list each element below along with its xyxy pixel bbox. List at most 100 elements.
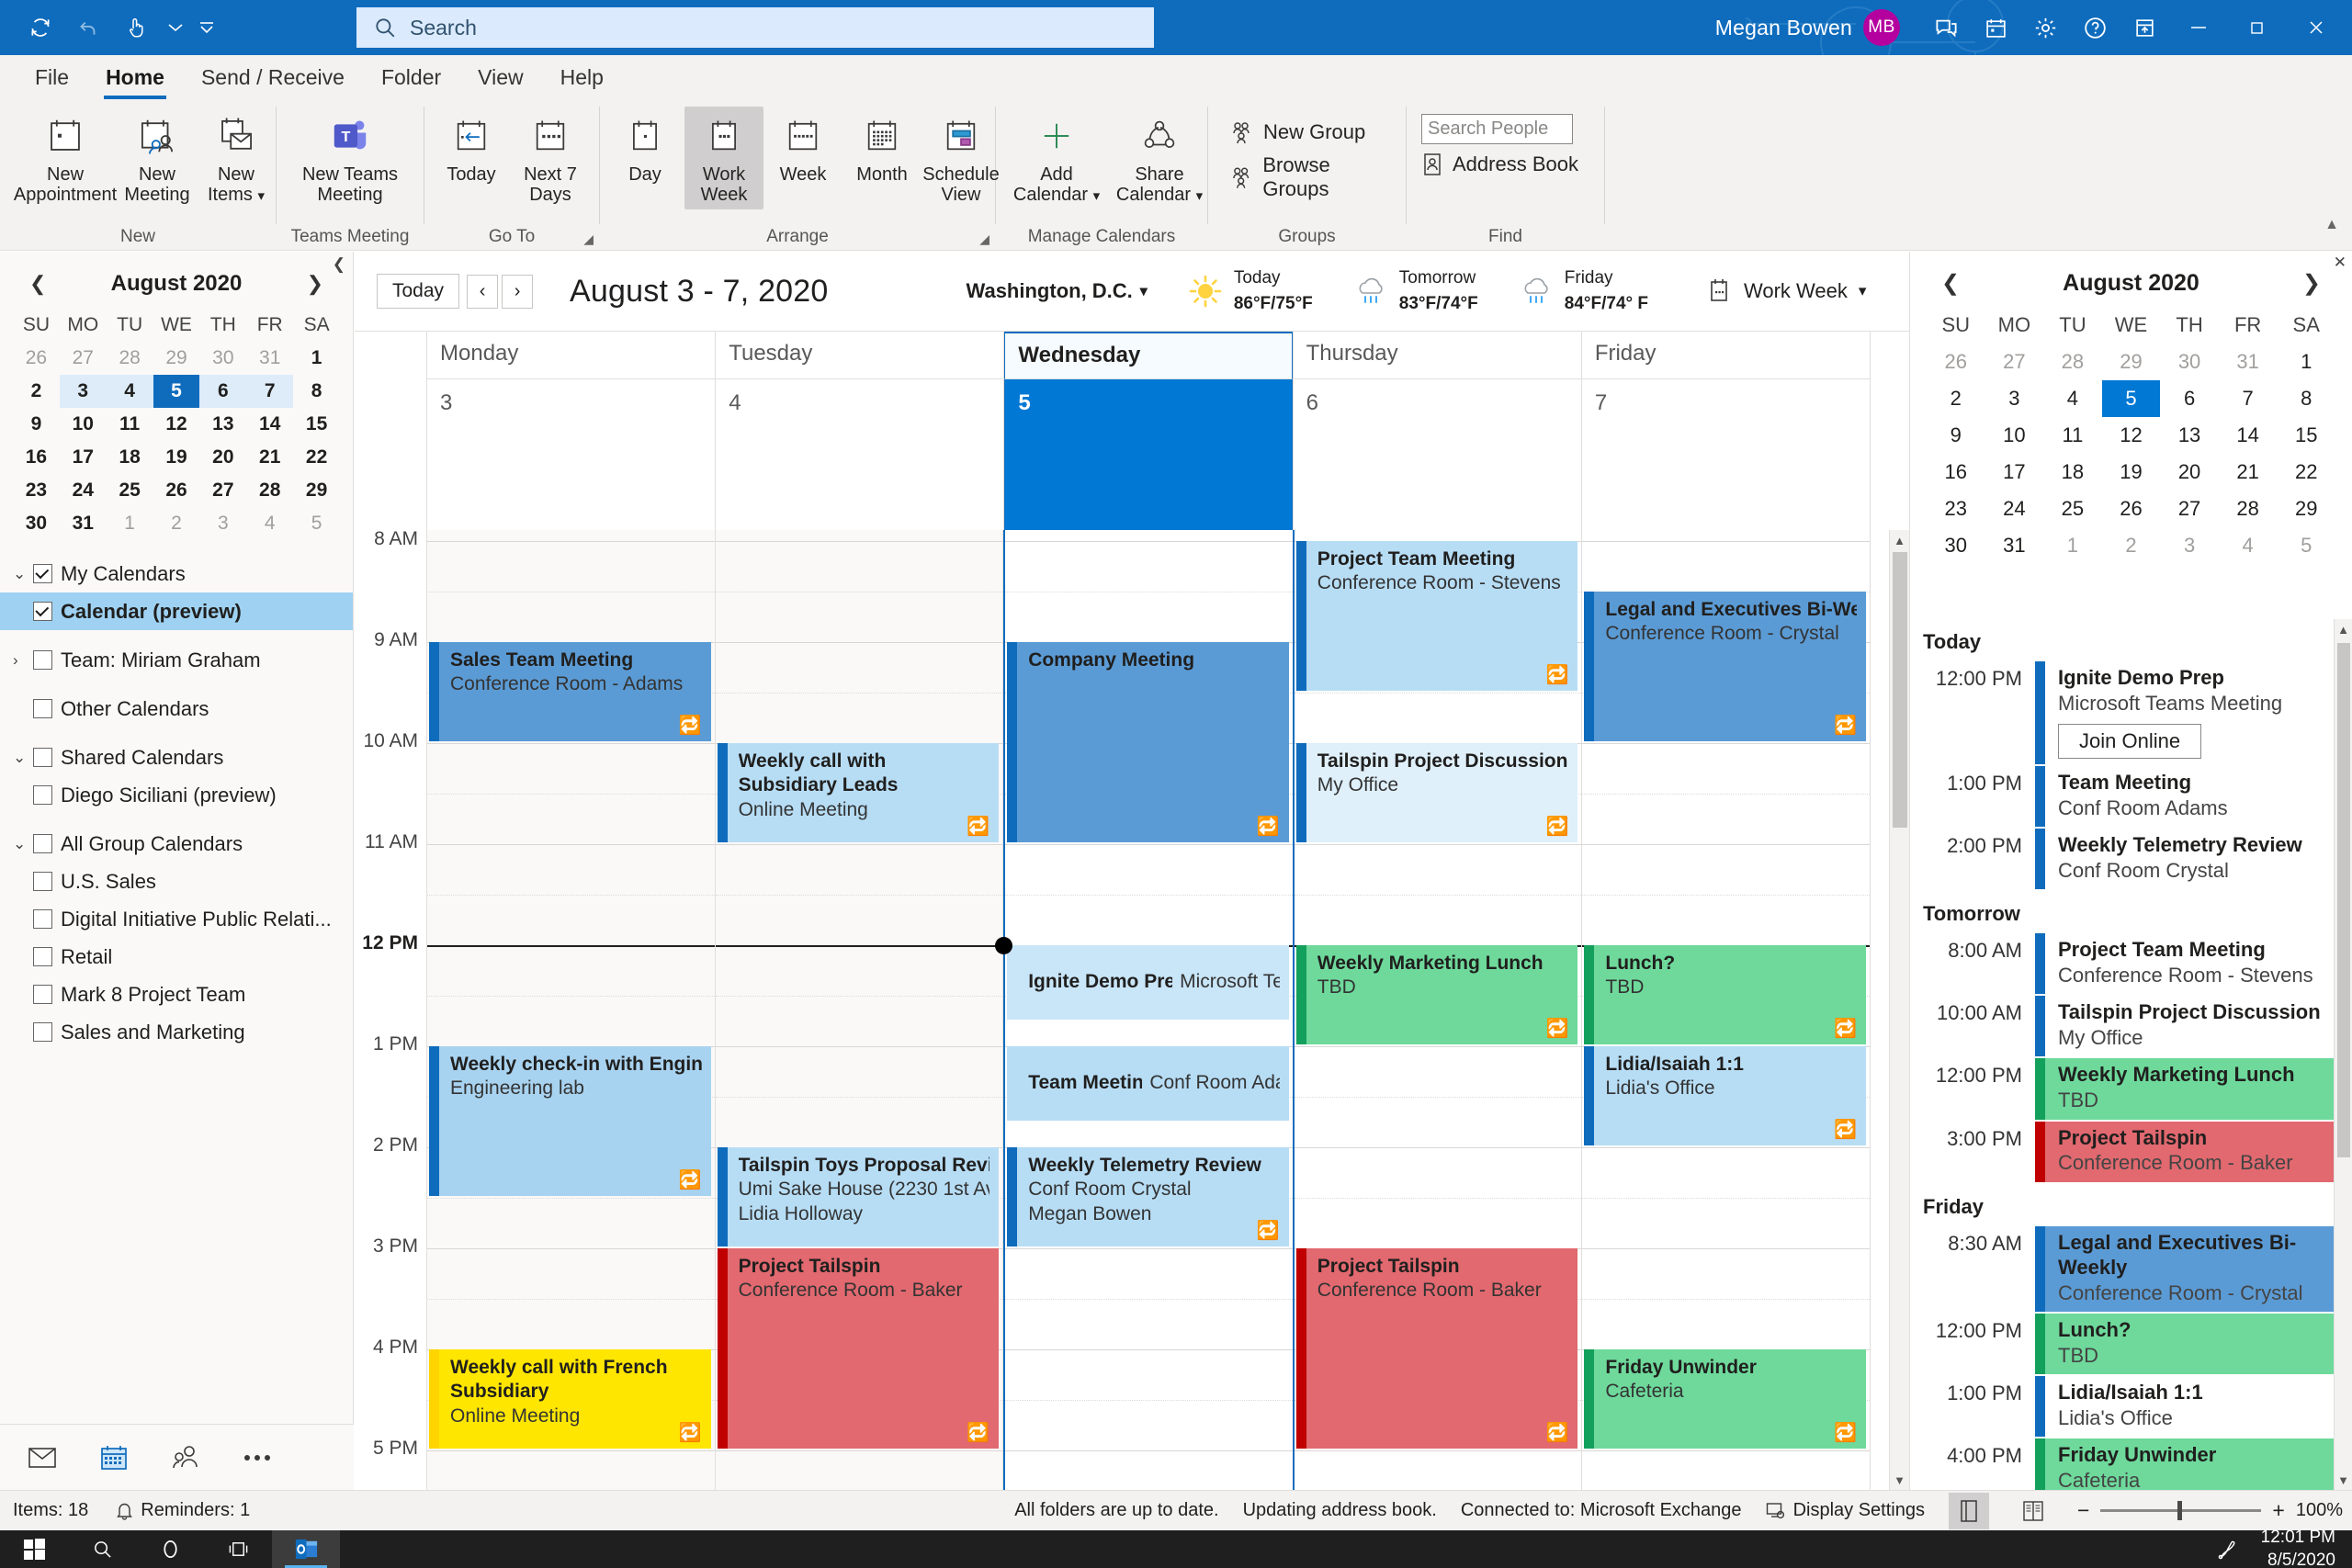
mini-calendar-day[interactable]: 2: [13, 375, 60, 408]
zoom-in-button[interactable]: +: [2272, 1498, 2284, 1523]
mini-calendar-next-month[interactable]: ❯: [300, 272, 331, 296]
search-people-input[interactable]: Search People: [1421, 114, 1573, 144]
mini-calendar-day[interactable]: 2: [153, 507, 200, 540]
work-week-view-button[interactable]: Work Week: [684, 107, 763, 209]
touch-mode-icon[interactable]: [116, 7, 156, 48]
ribbon-display-icon[interactable]: [2120, 0, 2168, 55]
tab-send-receive[interactable]: Send / Receive: [183, 65, 363, 99]
todo-mini-calendar-day[interactable]: 16: [1927, 454, 1985, 491]
calendar-icon[interactable]: [96, 1439, 132, 1476]
mini-calendar-day[interactable]: 5: [293, 507, 340, 540]
day-header-column[interactable]: Thursday 6: [1293, 332, 1582, 530]
day-column[interactable]: Legal and Executives Bi-Weekly Conference…: [1582, 530, 1871, 1490]
todo-mini-calendar-day[interactable]: 11: [2043, 417, 2102, 454]
mini-calendar-day[interactable]: 28: [107, 342, 153, 375]
chevron-right-icon[interactable]: ›: [13, 651, 33, 670]
mini-calendar-day[interactable]: 9: [13, 408, 60, 441]
mini-calendar-prev-month[interactable]: ❮: [22, 272, 53, 296]
calendar-event[interactable]: Project Team Meeting Conference Room - St…: [1295, 541, 1578, 691]
calendar-event[interactable]: Weekly Marketing Lunch TBD 🔁: [1295, 945, 1578, 1044]
mini-calendar-day[interactable]: 16: [13, 441, 60, 474]
agenda-scrollbar[interactable]: ▲ ▼: [2334, 619, 2352, 1490]
agenda-scroll-down[interactable]: ▼: [2335, 1470, 2352, 1490]
calendar-checkbox[interactable]: [33, 650, 52, 670]
schedule-view-button[interactable]: Schedule View: [922, 107, 1001, 209]
month-view-button[interactable]: Month: [842, 107, 922, 188]
todo-mini-calendar-day[interactable]: 31: [1985, 527, 2044, 564]
mini-calendar-day[interactable]: 15: [293, 408, 340, 441]
calendar-event[interactable]: Lunch? TBD 🔁: [1584, 945, 1866, 1044]
weather-tomorrow[interactable]: Tomorrow 83°F/74°F: [1353, 265, 1478, 318]
calendar-list-item[interactable]: Diego Siciliani (preview): [0, 776, 353, 814]
mini-calendar-day[interactable]: 25: [107, 474, 153, 507]
mini-calendar-day[interactable]: 11: [107, 408, 153, 441]
mini-calendar-day[interactable]: 30: [199, 342, 246, 375]
zoom-control[interactable]: − + 100%: [2077, 1498, 2343, 1523]
mini-calendar-day[interactable]: 31: [246, 342, 293, 375]
mini-calendar-day[interactable]: 13: [199, 408, 246, 441]
new-teams-meeting-button[interactable]: T New Teams Meeting: [295, 107, 405, 209]
new-appointment-button[interactable]: New Appointment: [13, 107, 118, 209]
calendar-list-item[interactable]: Calendar (preview): [0, 592, 353, 630]
sync-icon[interactable]: [20, 7, 61, 48]
todo-mini-calendar-day[interactable]: 27: [1985, 344, 2044, 380]
mini-calendar-day[interactable]: 29: [153, 342, 200, 375]
agenda-item[interactable]: 1:00 PM Team Meeting Conf Room Adams: [1910, 766, 2334, 828]
zoom-slider[interactable]: [2100, 1501, 2262, 1520]
task-view-icon[interactable]: [204, 1530, 272, 1568]
calendar-event[interactable]: Company Meeting 🔁: [1007, 642, 1289, 842]
zoom-out-button[interactable]: −: [2077, 1498, 2089, 1523]
browse-groups-button[interactable]: Browse Groups: [1223, 149, 1406, 206]
mini-calendar-day[interactable]: 4: [106, 375, 153, 408]
next-week-button[interactable]: ›: [502, 274, 534, 309]
mini-calendar-day[interactable]: 1: [107, 507, 153, 540]
chevron-down-icon[interactable]: [164, 7, 187, 48]
day-column[interactable]: Sales Team Meeting Conference Room - Adam…: [427, 530, 716, 1490]
chevron-down-icon[interactable]: ⌄: [13, 749, 33, 767]
help-icon[interactable]: [2071, 0, 2119, 55]
day-column[interactable]: Project Team Meeting Conference Room - St…: [1294, 530, 1583, 1490]
mini-calendar-day[interactable]: 6: [199, 375, 247, 408]
chevron-down-icon[interactable]: ⌄: [13, 565, 33, 583]
calendar-event[interactable]: Friday Unwinder Cafeteria 🔁: [1584, 1349, 1866, 1449]
mini-calendar-day[interactable]: 10: [60, 408, 107, 441]
calendar-event[interactable]: Lidia/Isaiah 1:1 Lidia's Office 🔁: [1584, 1046, 1866, 1145]
calendar-event[interactable]: Team Meeting; Conf Room Adam: [1007, 1046, 1289, 1121]
close-button[interactable]: [2288, 0, 2345, 55]
display-settings-button[interactable]: Display Settings: [1766, 1500, 1925, 1521]
agenda-item[interactable]: 4:00 PM Friday Unwinder Cafeteria: [1910, 1438, 2334, 1490]
todo-mini-calendar-day[interactable]: 19: [2102, 454, 2161, 491]
calendar-event[interactable]: Sales Team Meeting Conference Room - Adam…: [429, 642, 711, 741]
calendar-event[interactable]: Weekly call with Subsidiary Leads Online …: [717, 743, 1000, 842]
collapse-ribbon-button[interactable]: ▲: [2324, 217, 2339, 233]
gear-icon[interactable]: [2021, 0, 2069, 55]
chat-icon[interactable]: [1922, 0, 1970, 55]
todo-mini-calendar-day[interactable]: 30: [1927, 527, 1985, 564]
mini-calendar-day[interactable]: 29: [293, 474, 340, 507]
today-button[interactable]: Today: [377, 274, 460, 309]
chevron-down-icon[interactable]: ⌄: [13, 835, 33, 853]
todo-mini-calendar-day[interactable]: 2: [2102, 527, 2161, 564]
mini-calendar-day[interactable]: 14: [246, 408, 293, 441]
calendar-list-item[interactable]: Other Calendars: [0, 690, 353, 728]
todo-mini-calendar-day[interactable]: 27: [2160, 491, 2219, 527]
agenda-item[interactable]: 8:30 AM Legal and Executives Bi-Weekly Con…: [1910, 1225, 2334, 1313]
next-7-days-button[interactable]: Next 7 Days: [511, 107, 590, 209]
search-input[interactable]: Search: [356, 7, 1154, 48]
day-column[interactable]: Company Meeting 🔁 Ignite Demo Prep; Microso…: [1003, 530, 1295, 1490]
tab-home[interactable]: Home: [87, 65, 183, 99]
calendar-list-item[interactable]: Sales and Marketing: [0, 1013, 353, 1051]
mini-calendar-day[interactable]: 31: [60, 507, 107, 540]
todo-mini-calendar-day[interactable]: 29: [2102, 344, 2161, 380]
todo-mini-calendar-day[interactable]: 7: [2219, 380, 2278, 417]
calendar-event[interactable]: Tailspin Project Discussion My Office 🔁: [1295, 743, 1578, 842]
weather-friday[interactable]: Friday 84°F/74° F: [1519, 265, 1648, 318]
mail-icon[interactable]: [24, 1439, 61, 1476]
reading-view-button[interactable]: [2013, 1493, 2053, 1529]
taskbar-clock[interactable]: 12:01 PM 8/5/2020: [2261, 1527, 2335, 1568]
tab-help[interactable]: Help: [542, 65, 622, 99]
agenda-item[interactable]: 12:00 PM Weekly Marketing Lunch TBD: [1910, 1058, 2334, 1120]
scrollbar-thumb[interactable]: [1893, 552, 1907, 828]
mini-calendar-day[interactable]: 22: [293, 441, 340, 474]
customize-qat-icon[interactable]: [195, 7, 219, 48]
